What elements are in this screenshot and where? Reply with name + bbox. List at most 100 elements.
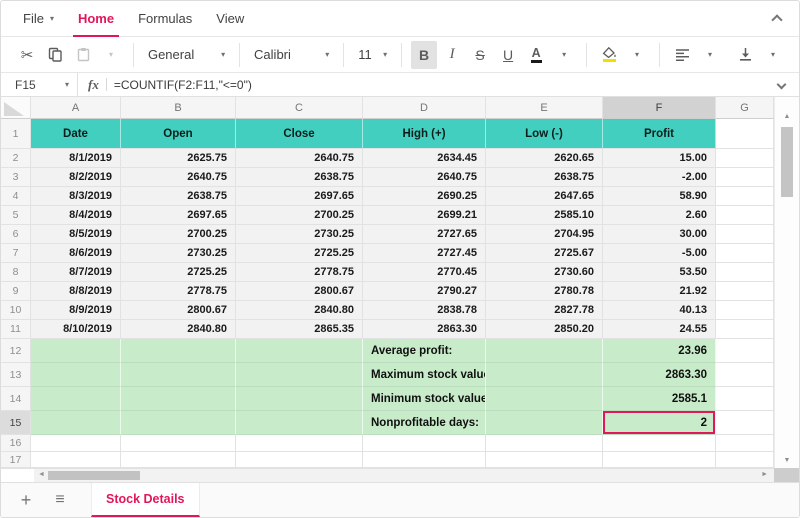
column-header-C[interactable]: C [236,97,363,119]
cell-B5[interactable]: 2697.65 [121,206,236,225]
cell-G4[interactable] [716,187,774,206]
cell-F12[interactable]: 23.96 [603,339,716,363]
paste-button[interactable] [70,41,96,69]
cell-C6[interactable]: 2730.25 [236,225,363,244]
strikethrough-button[interactable]: S [467,41,493,69]
collapse-ribbon-icon[interactable] [771,14,782,25]
select-all-corner[interactable] [1,97,31,119]
cell-F11[interactable]: 24.55 [603,320,716,339]
cell-F14[interactable]: 2585.1 [603,387,716,411]
cell-A5[interactable]: 8/4/2019 [31,206,121,225]
cell-A1[interactable]: Date [31,119,121,149]
cell-G13[interactable] [716,363,774,387]
cell-C9[interactable]: 2800.67 [236,282,363,301]
cell-F4[interactable]: 58.90 [603,187,716,206]
vertical-scrollbar-thumb[interactable] [781,127,793,197]
cell-G11[interactable] [716,320,774,339]
cell-G9[interactable] [716,282,774,301]
cell-D15[interactable]: Nonprofitable days: [363,411,486,435]
cell-G1[interactable] [716,119,774,149]
column-header-A[interactable]: A [31,97,121,119]
cell-F10[interactable]: 40.13 [603,301,716,320]
cell-C7[interactable]: 2725.25 [236,244,363,263]
cell-D10[interactable]: 2838.78 [363,301,486,320]
cell-G16[interactable] [716,435,774,452]
add-sheet-button[interactable]: + [9,483,43,517]
cell-E1[interactable]: Low (-) [486,119,603,149]
font-size-dropdown[interactable]: 11 ▾ [352,41,393,69]
horizontal-align-dropdown[interactable]: ▾ [697,41,723,69]
cell-G6[interactable] [716,225,774,244]
cell-A2[interactable]: 8/1/2019 [31,149,121,168]
cell-B14[interactable] [121,387,236,411]
cell-F13[interactable]: 2863.30 [603,363,716,387]
cell-D11[interactable]: 2863.30 [363,320,486,339]
cell-F16[interactable] [603,435,716,452]
row-header-2[interactable]: 2 [1,149,31,168]
cell-F5[interactable]: 2.60 [603,206,716,225]
cell-D14[interactable]: Minimum stock value: [363,387,486,411]
cell-E2[interactable]: 2620.65 [486,149,603,168]
sheet-tab-stock-details[interactable]: Stock Details [91,483,200,517]
menu-item-file[interactable]: File ▾ [11,1,66,37]
row-header-4[interactable]: 4 [1,187,31,206]
cell-C10[interactable]: 2840.80 [236,301,363,320]
column-header-D[interactable]: D [363,97,486,119]
cell-F6[interactable]: 30.00 [603,225,716,244]
cell-G8[interactable] [716,263,774,282]
formula-input[interactable]: =COUNTIF(F2:F11,"<=0") [114,78,252,92]
cell-G14[interactable] [716,387,774,411]
cell-B11[interactable]: 2840.80 [121,320,236,339]
cell-B2[interactable]: 2625.75 [121,149,236,168]
cell-G3[interactable] [716,168,774,187]
horizontal-scrollbar-thumb[interactable] [48,471,140,480]
cell-F17[interactable] [603,452,716,468]
font-color-dropdown[interactable]: ▾ [551,41,577,69]
menu-item-formulas[interactable]: Formulas [126,1,204,37]
column-header-G[interactable]: G [716,97,774,119]
cell-C11[interactable]: 2865.35 [236,320,363,339]
cell-A8[interactable]: 8/7/2019 [31,263,121,282]
cell-B6[interactable]: 2700.25 [121,225,236,244]
row-header-5[interactable]: 5 [1,206,31,225]
cell-E9[interactable]: 2780.78 [486,282,603,301]
column-header-E[interactable]: E [486,97,603,119]
cell-C4[interactable]: 2697.65 [236,187,363,206]
row-header-17[interactable]: 17 [1,452,31,468]
cell-D13[interactable]: Maximum stock value: [363,363,486,387]
paste-options-dropdown[interactable]: ▾ [98,41,124,69]
scroll-up-icon[interactable]: ▲ [775,113,799,120]
cell-E10[interactable]: 2827.78 [486,301,603,320]
cell-F2[interactable]: 15.00 [603,149,716,168]
cell-A3[interactable]: 8/2/2019 [31,168,121,187]
cell-E4[interactable]: 2647.65 [486,187,603,206]
row-header-15[interactable]: 15 [1,411,31,435]
row-header-12[interactable]: 12 [1,339,31,363]
scroll-down-icon[interactable]: ▼ [775,457,799,464]
cell-E15[interactable] [486,411,603,435]
cell-B17[interactable] [121,452,236,468]
cell-E14[interactable] [486,387,603,411]
cell-C17[interactable] [236,452,363,468]
cell-G12[interactable] [716,339,774,363]
cell-C8[interactable]: 2778.75 [236,263,363,282]
cell-E5[interactable]: 2585.10 [486,206,603,225]
bold-button[interactable]: B [411,41,437,69]
fill-color-button[interactable] [596,41,622,69]
cell-F3[interactable]: -2.00 [603,168,716,187]
cell-B3[interactable]: 2640.75 [121,168,236,187]
menu-item-view[interactable]: View [204,1,256,37]
cell-D8[interactable]: 2770.45 [363,263,486,282]
cell-B4[interactable]: 2638.75 [121,187,236,206]
cell-E7[interactable]: 2725.67 [486,244,603,263]
cell-B10[interactable]: 2800.67 [121,301,236,320]
cell-D9[interactable]: 2790.27 [363,282,486,301]
cell-E3[interactable]: 2638.75 [486,168,603,187]
cut-button[interactable]: ✂ [14,41,40,69]
font-name-dropdown[interactable]: Calibri ▾ [248,41,335,69]
vertical-align-dropdown[interactable]: ▾ [760,41,786,69]
cell-B16[interactable] [121,435,236,452]
cell-D2[interactable]: 2634.45 [363,149,486,168]
menu-item-home[interactable]: Home [66,1,126,37]
row-header-8[interactable]: 8 [1,263,31,282]
